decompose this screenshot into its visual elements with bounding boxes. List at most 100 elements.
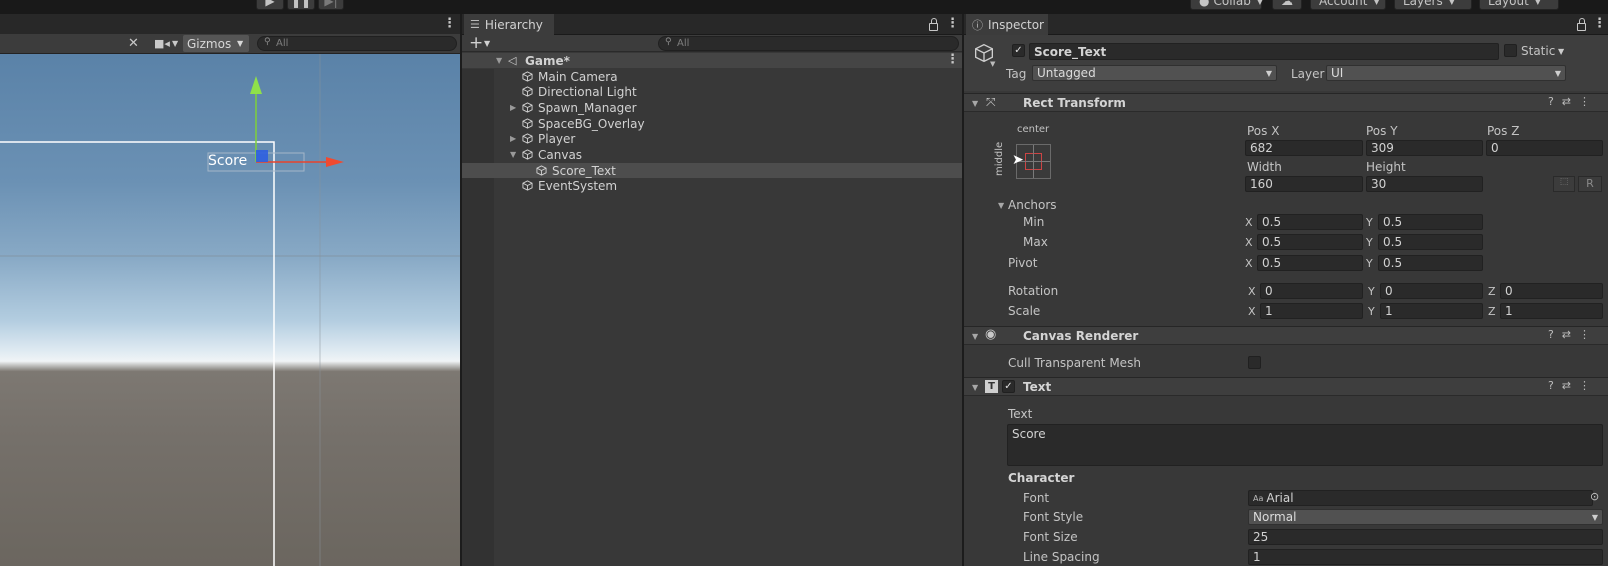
width-field[interactable]: 160 (1245, 176, 1363, 192)
camera-icon[interactable]: ■◂ (154, 37, 170, 50)
cull-transparent-mesh-checkbox[interactable] (1248, 356, 1261, 369)
text-enabled-checkbox[interactable]: ✓ (1002, 380, 1015, 393)
anchor-max-x-field[interactable]: 0.5 (1257, 234, 1363, 250)
mouse-cursor-icon: ➤ (1012, 152, 1024, 168)
help-icon[interactable]: ? (1548, 95, 1562, 108)
anchor-max-y-field[interactable]: 0.5 (1378, 234, 1483, 250)
fold-open-icon[interactable]: ▼ (510, 150, 516, 159)
anchor-min-x-field[interactable]: 0.5 (1257, 214, 1363, 230)
collab-button[interactable]: ● Collab ▼ (1190, 0, 1263, 10)
score-object-label: Score (208, 153, 248, 169)
camera-dropdown-icon[interactable]: ▼ (172, 39, 178, 48)
step-icon: ▶| (324, 0, 338, 8)
preset-icon[interactable]: ⇄ (1562, 379, 1579, 392)
font-field[interactable]: Aa Arial (1248, 490, 1593, 506)
layer-dropdown[interactable]: UI ▼ (1326, 65, 1566, 81)
scene-search-input[interactable]: ⚲ All (257, 36, 457, 51)
object-name-field[interactable]: Score_Text (1029, 43, 1499, 60)
line-spacing-field[interactable]: 1 (1248, 549, 1603, 565)
pos-x-field[interactable]: 682 (1245, 140, 1363, 156)
cloud-button[interactable]: ☁ (1272, 0, 1302, 10)
fold-open-icon[interactable]: ▼ (972, 99, 978, 108)
inspector-menu-icon[interactable]: ⋮ (1593, 16, 1606, 31)
tab-inspector[interactable]: ⓘ Inspector (966, 14, 1048, 35)
blueprint-mode-button[interactable]: ⬚ (1553, 176, 1575, 192)
account-dropdown[interactable]: Account ▼ (1310, 0, 1386, 10)
fold-open-icon[interactable]: ▼ (496, 56, 502, 65)
blueprint-icon: ⬚ (1559, 177, 1569, 187)
cull-transparent-mesh-label: Cull Transparent Mesh (1008, 356, 1141, 370)
gizmos-dropdown[interactable]: Gizmos ▼ (183, 35, 249, 52)
lock-icon[interactable] (1577, 18, 1586, 31)
text-component-header[interactable]: ▼ T ✓ Text ?⇄⋮ (964, 377, 1608, 396)
fold-open-icon[interactable]: ▼ (972, 332, 978, 341)
font-size-field[interactable]: 25 (1248, 529, 1603, 545)
layers-dropdown[interactable]: Layers ▼ (1394, 0, 1472, 10)
tools-icon[interactable]: ✕ (128, 36, 139, 51)
list-item[interactable]: EventSystem (462, 178, 963, 193)
anchor-min-y-field[interactable]: 0.5 (1378, 214, 1483, 230)
pivot-y-field[interactable]: 0.5 (1378, 255, 1483, 271)
rotation-y-field[interactable]: 0 (1380, 283, 1483, 299)
axis-x-label: X (1248, 305, 1256, 318)
pos-z-field[interactable]: 0 (1486, 140, 1603, 156)
help-icon[interactable]: ? (1548, 328, 1562, 341)
fold-closed-icon[interactable]: ▶ (510, 103, 516, 112)
rotation-x-field[interactable]: 0 (1260, 283, 1363, 299)
object-picker-icon[interactable]: ⊙ (1590, 490, 1599, 503)
inspector-tabbar: ⓘ Inspector ⋮ (964, 14, 1608, 35)
pivot-x-field[interactable]: 0.5 (1257, 255, 1363, 271)
anchor-h-label: center (1017, 124, 1050, 135)
raw-edit-button[interactable]: R (1578, 176, 1602, 192)
tag-dropdown[interactable]: Untagged ▼ (1032, 65, 1277, 81)
x-axis-arrow-icon[interactable] (326, 157, 344, 167)
scale-x-field[interactable]: 1 (1260, 303, 1363, 319)
scale-y-field[interactable]: 1 (1380, 303, 1483, 319)
scene-menu-icon[interactable]: ⋮ (946, 52, 959, 67)
list-item[interactable]: SpaceBG_Overlay (462, 116, 963, 131)
height-field[interactable]: 30 (1366, 176, 1483, 192)
active-checkbox[interactable]: ✓ (1012, 44, 1025, 57)
component-menu-icon[interactable]: ⋮ (1579, 328, 1598, 341)
component-menu-icon[interactable]: ⋮ (1579, 95, 1598, 108)
play-button[interactable]: ▶ (256, 0, 284, 10)
hierarchy-search-input[interactable]: ⚲ All (658, 36, 959, 51)
preset-icon[interactable]: ⇄ (1562, 95, 1579, 108)
layout-dropdown[interactable]: Layout ▼ (1479, 0, 1559, 10)
fold-open-icon[interactable]: ▼ (998, 201, 1004, 210)
add-icon[interactable]: + (469, 33, 483, 53)
list-item[interactable]: Main Camera (462, 69, 963, 84)
rotation-z-field[interactable]: 0 (1500, 283, 1603, 299)
list-item[interactable]: ▶ Spawn_Manager (462, 100, 963, 115)
y-axis-arrow-icon[interactable] (250, 76, 262, 94)
static-checkbox[interactable] (1504, 44, 1517, 57)
help-icon[interactable]: ? (1548, 379, 1562, 392)
fold-closed-icon[interactable]: ▶ (510, 134, 516, 143)
list-item-selected[interactable]: Score_Text (462, 163, 963, 178)
xy-plane-handle[interactable] (256, 150, 268, 162)
step-button[interactable]: ▶| (318, 0, 344, 10)
static-dropdown-icon[interactable]: ▼ (1558, 47, 1564, 56)
fold-open-icon[interactable]: ▼ (972, 383, 978, 392)
font-style-dropdown[interactable]: Normal ▼ (1248, 509, 1603, 525)
list-item[interactable]: ▼ Canvas (462, 147, 963, 162)
icon-dropdown-icon[interactable]: ▼ (990, 60, 995, 68)
scene-menu-icon[interactable]: ⋮ (443, 16, 456, 31)
tab-hierarchy[interactable]: ☰ Hierarchy (464, 14, 554, 35)
scale-z-field[interactable]: 1 (1500, 303, 1603, 319)
text-component-icon: T (985, 380, 998, 393)
component-menu-icon[interactable]: ⋮ (1579, 379, 1598, 392)
list-item[interactable]: ▶ Player (462, 131, 963, 146)
canvas-renderer-header[interactable]: ▼ ◉ Canvas Renderer ?⇄⋮ (964, 326, 1608, 345)
scene-viewport[interactable]: Score (0, 54, 460, 566)
hierarchy-menu-icon[interactable]: ⋮ (946, 16, 959, 31)
pause-button[interactable]: ❚❚ (287, 0, 315, 10)
pos-y-field[interactable]: 309 (1366, 140, 1483, 156)
rect-transform-header[interactable]: ▼ ⤧ Rect Transform ?⇄⋮ (964, 93, 1608, 112)
list-item[interactable]: Directional Light (462, 84, 963, 99)
preset-icon[interactable]: ⇄ (1562, 328, 1579, 341)
lock-icon[interactable] (929, 18, 938, 31)
text-content-area[interactable]: Score (1007, 424, 1603, 466)
scene-row[interactable]: ▼ ◁ Game* ⋮ (462, 52, 963, 68)
add-dropdown-icon[interactable]: ▼ (484, 39, 490, 48)
